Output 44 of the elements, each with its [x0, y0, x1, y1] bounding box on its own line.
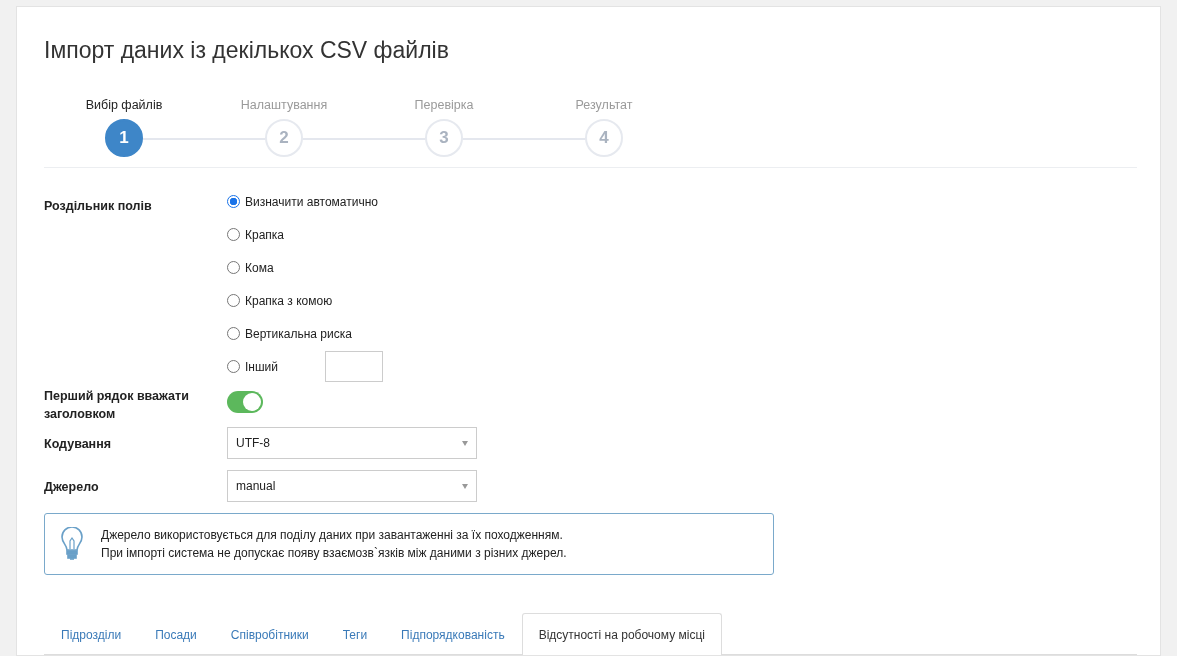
radio-button[interactable]: [227, 228, 240, 241]
step-circle: 3: [425, 119, 463, 157]
step-label: Результат: [575, 97, 633, 113]
input-field[interactable]: [325, 351, 383, 382]
dropdown-select[interactable]: UTF-8: [227, 427, 477, 459]
field-label: Джерело: [44, 479, 100, 496]
radio-button[interactable]: [227, 294, 240, 307]
radio-option[interactable]: Крапка: [227, 227, 285, 242]
radio-label: Кома: [245, 260, 274, 275]
lightbulb-icon: [61, 527, 83, 561]
step-label: Налаштування: [240, 97, 328, 113]
radio-button[interactable]: [227, 195, 240, 208]
dropdown-select[interactable]: manual: [227, 470, 477, 502]
radio-option[interactable]: Інший: [227, 359, 278, 374]
page-title: Імпорт даних із декількох CSV файлів: [44, 36, 450, 65]
step-circle: 4: [585, 119, 623, 157]
tab[interactable]: Підпорядкованість: [384, 613, 522, 655]
tab[interactable]: Відсутності на робочому місці: [521, 613, 722, 655]
tab[interactable]: Посади: [138, 613, 214, 655]
field-label: Перший рядок вважати заголовком: [44, 388, 190, 423]
select-value: manual: [236, 479, 276, 493]
tab[interactable]: Теги: [325, 613, 385, 655]
step-label: Вибір файлів: [85, 97, 163, 113]
radio-label: Крапка з комою: [245, 293, 333, 308]
radio-button[interactable]: [227, 261, 240, 274]
field-label: Кодування: [44, 436, 112, 453]
step-label: Перевірка: [414, 97, 474, 113]
tab[interactable]: Співробітники: [213, 613, 326, 655]
field-label: Роздільник полів: [44, 198, 153, 215]
info-text: Джерело використовується для поділу даних при завантаженні за їх походженням.: [101, 528, 564, 542]
radio-option[interactable]: Кома: [227, 260, 274, 275]
info-text: При імпорті система не допускає появу взаємозв`язків між даними з різних джерел.: [101, 546, 567, 560]
caret-icon: [462, 440, 468, 446]
radio-button[interactable]: [227, 327, 240, 340]
caret-icon: [462, 483, 468, 489]
radio-label: Крапка: [245, 227, 285, 242]
toggle-switch[interactable]: [227, 391, 263, 413]
step-circle: 1: [105, 119, 143, 157]
step-circle: 2: [265, 119, 303, 157]
radio-label: Інший: [245, 359, 278, 374]
select-value: UTF-8: [236, 436, 270, 450]
radio-button[interactable]: [227, 360, 240, 373]
tab[interactable]: Підрозділи: [44, 613, 139, 655]
radio-option[interactable]: Крапка з комою: [227, 293, 333, 308]
